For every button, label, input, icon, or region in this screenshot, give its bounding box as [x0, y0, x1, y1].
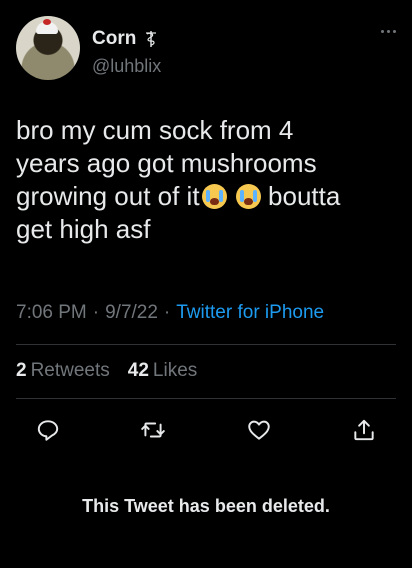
- like-icon: [247, 420, 270, 440]
- like-button[interactable]: [241, 412, 277, 448]
- tweet-stats: 2 Retweets 42 Likes: [16, 360, 197, 382]
- share-button[interactable]: [346, 412, 382, 448]
- tweet-meta: 7:06 PM · 9/7/22 · Twitter for iPhone: [16, 302, 324, 324]
- tweet-date[interactable]: 9/7/22: [105, 302, 158, 324]
- tweet-line-suffix: boutta: [268, 181, 341, 211]
- deleted-notice: This Tweet has been deleted.: [82, 496, 330, 516]
- retweets-label[interactable]: Retweets: [31, 360, 110, 382]
- avatar[interactable]: [16, 16, 80, 80]
- retweet-icon: [141, 422, 166, 438]
- username-handle[interactable]: @luhblix: [92, 56, 161, 77]
- tweet-line: years ago got mushrooms: [16, 148, 317, 178]
- action-bar: [30, 412, 382, 448]
- separator: ·: [92, 302, 100, 323]
- reply-icon: [37, 420, 59, 441]
- tweet-text: bro my cum sock from 4 years ago got mus…: [16, 114, 396, 246]
- share-icon: [354, 419, 374, 441]
- retweets-count[interactable]: 2: [16, 360, 27, 382]
- more-options-icon[interactable]: [381, 30, 396, 33]
- display-name[interactable]: Corn: [92, 28, 136, 50]
- tweet-line: bro my cum sock from 4: [16, 115, 294, 145]
- retweet-button[interactable]: [135, 412, 171, 448]
- caduceus-icon: [146, 31, 157, 47]
- tweet-time[interactable]: 7:06 PM: [16, 302, 87, 324]
- tweet-source-link[interactable]: Twitter for iPhone: [176, 302, 324, 324]
- separator: ·: [163, 302, 171, 323]
- tweet-header: Corn @luhblix: [16, 16, 396, 80]
- name-row: Corn: [92, 28, 158, 50]
- likes-count[interactable]: 42: [128, 360, 149, 382]
- tweet-line: get high asf: [16, 214, 151, 244]
- divider: [16, 398, 396, 399]
- tweet-line-text: growing out of it: [16, 181, 200, 211]
- divider: [16, 344, 396, 345]
- tweet-line: growing out of it boutta: [16, 180, 396, 213]
- loudly-crying-face-icon: [201, 184, 227, 209]
- loudly-crying-face-icon: [235, 184, 261, 209]
- likes-label[interactable]: Likes: [153, 360, 197, 382]
- reply-button[interactable]: [30, 412, 66, 448]
